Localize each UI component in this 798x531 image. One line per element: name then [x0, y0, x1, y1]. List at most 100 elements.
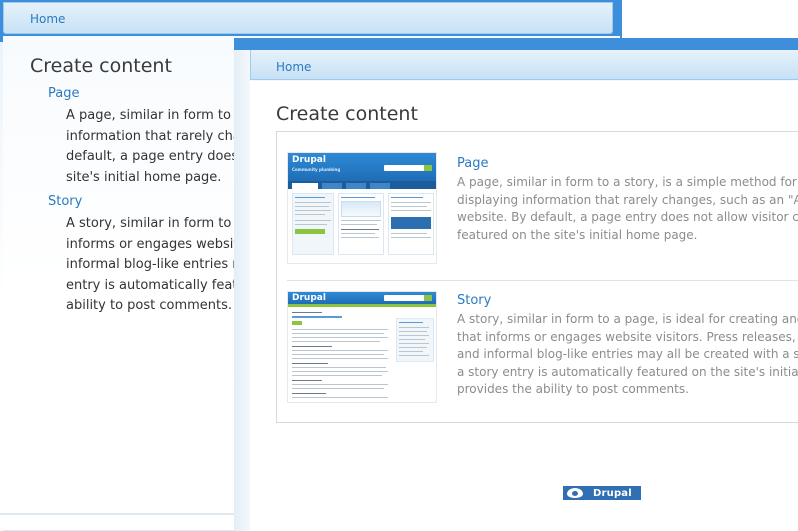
thumb-text-line — [292, 341, 380, 342]
thumb-text-line — [399, 339, 425, 340]
thumb-search-button — [424, 165, 432, 171]
thumb-text-line — [391, 206, 427, 207]
thumb-text-line — [295, 224, 327, 225]
thumb-tab — [322, 183, 342, 189]
thumb-dark-box — [391, 217, 431, 229]
thumb-sidebar-title — [399, 322, 423, 323]
thumb-text-line — [292, 388, 384, 389]
thumb-search-button — [424, 295, 432, 301]
thumb-article-title — [292, 316, 342, 318]
page-title: Create content — [276, 103, 418, 125]
thumb-text-line — [292, 375, 382, 376]
thumb-text-line — [341, 224, 377, 225]
drupal-drop-icon — [563, 486, 587, 500]
thumb-text-line — [292, 367, 386, 368]
powered-by-drupal-badge[interactable]: Drupal — [563, 486, 641, 500]
thumb-text-line — [399, 335, 429, 336]
thumb-text-line — [399, 355, 429, 356]
thumb-tagline: Community plumbing — [292, 167, 341, 172]
thumb-text-line — [391, 197, 423, 198]
window-left-strip — [234, 50, 250, 531]
thumb-text-line — [292, 354, 384, 355]
thumb-text-line — [399, 331, 427, 332]
thumb-green-button — [295, 229, 325, 234]
front-window: Home Create content Drupal Community plu… — [234, 38, 798, 531]
content-type-box: Drupal Community plumbing Page A page, s… — [276, 131, 798, 423]
breadcrumb-home-link[interactable]: Home — [276, 60, 311, 74]
page-title: Create content — [30, 55, 172, 77]
description-line: A story, similar in form to a — [66, 216, 244, 231]
thumb-text-line — [292, 380, 322, 381]
content-type-description-story: A story, similar in form to a informs or… — [48, 214, 248, 317]
thumb-tab — [292, 183, 318, 189]
thumb-text-line — [399, 351, 423, 352]
thumb-text-line — [391, 202, 431, 203]
thumb-text-line — [399, 343, 429, 344]
description-line: provides the ability to post comments. — [457, 382, 689, 396]
thumb-text-line — [292, 329, 388, 330]
window-frame — [234, 38, 798, 50]
thumb-text-line — [341, 229, 379, 230]
content-type-link-story[interactable]: Story — [457, 293, 491, 308]
description-line: informs or engages website — [66, 236, 247, 252]
thumb-text-line — [399, 347, 427, 348]
description-line: A page, similar in form to a story, is a… — [457, 175, 798, 189]
description-line: default, a page entry does — [66, 149, 239, 164]
thumb-text-line — [292, 346, 332, 347]
thumb-text-line — [295, 206, 329, 207]
thumb-text-line — [292, 384, 388, 385]
breadcrumb-home-link[interactable]: Home — [30, 12, 65, 26]
thumb-text-line — [292, 393, 326, 394]
thumb-text-line — [295, 202, 331, 203]
description-line: that informs or engages website visitors… — [457, 329, 798, 344]
thumb-logo: Drupal — [292, 155, 326, 165]
thumb-text-line — [292, 312, 322, 313]
description-line: information that rarely cha — [66, 128, 241, 144]
thumb-green-tag — [292, 321, 302, 325]
thumb-logo: Drupal — [292, 293, 326, 303]
content-type-description-page: A page, similar in form to a story, is a… — [457, 174, 798, 244]
thumb-text-line — [295, 214, 325, 215]
description-line: website. By default, a page entry does n… — [457, 210, 798, 224]
content-type-row-page: Drupal Community plumbing Page A page, s… — [287, 144, 798, 276]
breadcrumb-bar — [3, 2, 613, 34]
description-line: and informal blog-like entries may all b… — [457, 347, 798, 361]
breadcrumb-bar — [250, 50, 798, 80]
description-line: entry is automatically featu — [66, 277, 246, 293]
thumb-text-line — [292, 371, 388, 372]
description-line: A page, similar in form to a — [66, 108, 244, 123]
thumb-text-line — [295, 210, 331, 211]
thumb-tab — [346, 183, 366, 189]
thumb-text-line — [295, 197, 325, 198]
thumb-text-line — [292, 363, 328, 364]
description-line: a story entry is automatically featured … — [457, 364, 798, 379]
thumb-text-line — [292, 350, 388, 351]
description-line: A story, similar in form to a page, is i… — [457, 312, 798, 326]
thumb-tab — [370, 183, 390, 189]
description-line: site's initial home page. — [66, 169, 222, 185]
thumb-text-line — [341, 233, 375, 234]
thumb-text-line — [399, 327, 429, 328]
content-type-row-story: Drupal Story A story, similar in form to… — [287, 280, 798, 412]
thumb-text-line — [292, 337, 388, 338]
description-line: featured on the site's initial home page… — [457, 227, 698, 242]
thumb-text-line — [391, 233, 427, 234]
content-type-description-story: A story, similar in form to a page, is i… — [457, 311, 798, 399]
thumb-text-line — [292, 333, 384, 334]
description-line: displaying information that rarely chang… — [457, 192, 798, 207]
content-type-description-page: A page, similar in form to a information… — [48, 106, 248, 188]
thumb-text-line — [295, 220, 331, 221]
thumb-text-line — [341, 237, 379, 238]
story-thumbnail-image[interactable]: Drupal — [287, 291, 437, 403]
description-line: ability to post comments. — [66, 298, 233, 313]
badge-label: Drupal — [593, 487, 632, 499]
content-type-link-page[interactable]: Page — [457, 156, 488, 171]
thumb-text-line — [341, 197, 375, 198]
thumb-text-line — [341, 220, 381, 221]
thumb-text-line — [292, 397, 388, 398]
page-thumbnail-image[interactable]: Drupal Community plumbing — [287, 152, 437, 264]
thumb-text-line — [391, 210, 431, 211]
window-bottom-edge — [0, 513, 240, 515]
thumb-image-block — [341, 201, 381, 217]
thumb-text-line — [292, 358, 388, 359]
